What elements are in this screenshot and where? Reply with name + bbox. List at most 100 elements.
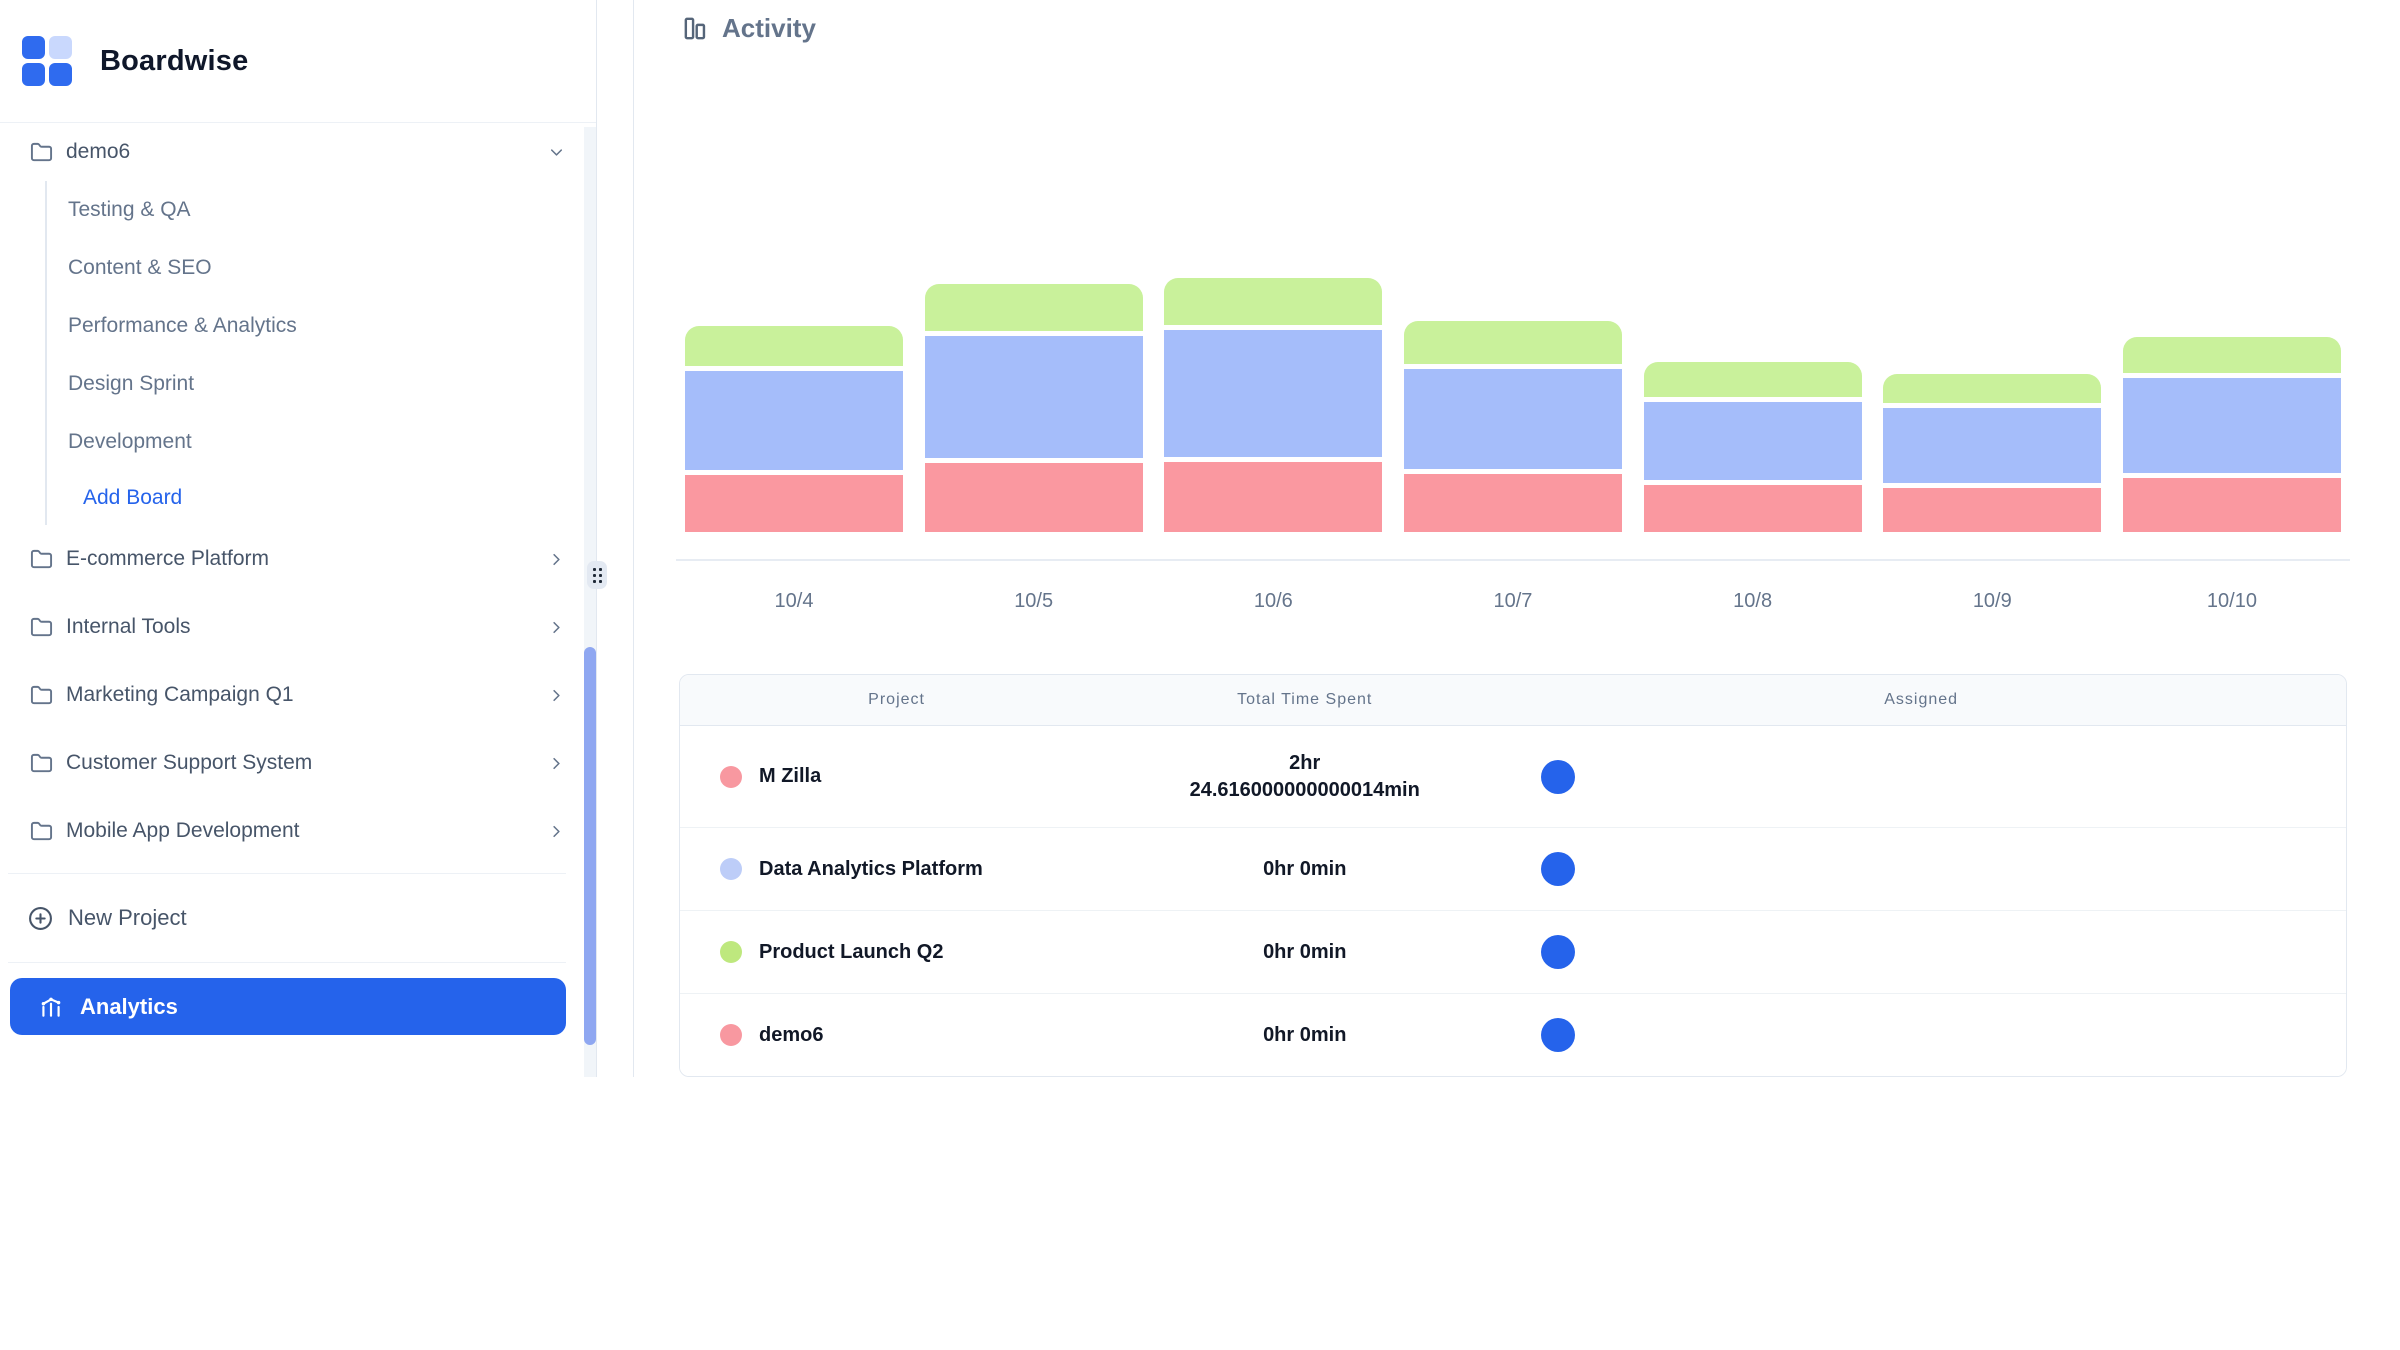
plus-circle-icon (28, 906, 53, 931)
logo-square (49, 36, 72, 59)
bar-segment-red (1644, 485, 1862, 532)
bar-segment-green (925, 284, 1143, 331)
project-label: Mobile App Development (66, 819, 547, 843)
chart-bar-10/5 (925, 284, 1143, 532)
project-name: M Zilla (759, 765, 821, 788)
chart-bar-10/10 (2123, 337, 2341, 532)
sidebar-board-testing-qa[interactable]: Testing & QA (47, 181, 596, 239)
logo-row: Boardwise (0, 0, 596, 123)
sidebar-board-content-seo[interactable]: Content & SEO (47, 239, 596, 297)
assigned-avatar (1541, 852, 1575, 886)
table-row-data-analytics-platform: Data Analytics Platform 0hr 0min (680, 827, 2346, 910)
main-panel: Activity 10/410/510/610/710/810/910/10 P… (633, 0, 2400, 1077)
bar-segment-red (1883, 488, 2101, 532)
project-color-dot (720, 766, 742, 788)
chevron-right-icon (547, 754, 566, 773)
sidebar-nav: demo6Testing & QAContent & SEOPerformanc… (0, 123, 596, 865)
panel-resize-grip[interactable] (587, 561, 607, 589)
bar-segment-red (2123, 478, 2341, 532)
total-time-cell: 2hr24.616000000000014min (1113, 750, 1496, 804)
bar-segment-blue (1404, 369, 1622, 469)
x-tick-label: 10/5 (925, 590, 1143, 620)
analytics-chart-icon (38, 994, 64, 1020)
project-label: E-commerce Platform (66, 547, 547, 571)
folder-icon (30, 684, 53, 707)
sidebar-scrollbar-thumb[interactable] (584, 647, 596, 1045)
x-tick-label: 10/7 (1404, 590, 1622, 620)
x-tick-label: 10/9 (1883, 590, 2101, 620)
bar-segment-blue (925, 336, 1143, 458)
folder-icon (30, 548, 53, 571)
chevron-right-icon (547, 686, 566, 705)
bar-segment-blue (1164, 330, 1382, 457)
assigned-avatar (1541, 1018, 1575, 1052)
table-header-row: Project Total Time Spent Assigned (680, 675, 2346, 726)
column-header-assigned: Assigned (1496, 691, 2346, 709)
table-row-m-zilla: M Zilla 2hr24.616000000000014min (680, 726, 2346, 827)
panel-resize-gutter (597, 0, 633, 1077)
sidebar-board-design-sprint[interactable]: Design Sprint (47, 355, 596, 413)
folder-icon (30, 752, 53, 775)
project-cell: Product Launch Q2 (680, 941, 1113, 964)
new-project-button[interactable]: New Project (0, 874, 596, 962)
time-line: 2hr (1113, 750, 1496, 777)
chevron-down-icon (547, 143, 566, 162)
table-row-demo6: demo60hr 0min (680, 993, 2346, 1076)
bar-chart-icon (681, 14, 710, 43)
project-cell: demo6 (680, 1024, 1113, 1047)
project-label: Customer Support System (66, 751, 547, 775)
sidebar-board-development[interactable]: Development (47, 413, 596, 471)
assigned-cell (1496, 852, 2346, 886)
chart-baseline (676, 559, 2350, 561)
sidebar-item-analytics[interactable]: Analytics (10, 978, 566, 1035)
bar-segment-green (2123, 337, 2341, 373)
sidebar-project-mobile-app-development[interactable]: Mobile App Development (0, 797, 596, 865)
add-board-button[interactable]: Add Board (47, 471, 596, 525)
sidebar-project-demo6[interactable]: demo6 (0, 123, 596, 181)
board-list: Testing & QAContent & SEOPerformance & A… (45, 181, 596, 525)
chart-bar-10/9 (1883, 374, 2101, 532)
assigned-avatar (1541, 760, 1575, 794)
sidebar-project-internal-tools[interactable]: Internal Tools (0, 593, 596, 661)
project-name: Data Analytics Platform (759, 858, 983, 881)
x-tick-label: 10/4 (685, 590, 903, 620)
chart-bar-10/6 (1164, 278, 1382, 532)
chart-bar-10/7 (1404, 321, 1622, 532)
assigned-cell (1496, 1018, 2346, 1052)
sidebar-project-customer-support-system[interactable]: Customer Support System (0, 729, 596, 797)
bar-segment-green (685, 326, 903, 366)
bar-segment-blue (2123, 378, 2341, 473)
logo-square (22, 36, 45, 59)
chart-x-axis-labels: 10/410/510/610/710/810/910/10 (679, 590, 2347, 620)
sidebar-project-marketing-campaign-q1[interactable]: Marketing Campaign Q1 (0, 661, 596, 729)
bar-segment-red (1164, 462, 1382, 532)
folder-icon (30, 616, 53, 639)
bar-segment-blue (685, 371, 903, 470)
time-line: 0hr 0min (1113, 939, 1496, 966)
total-time-cell: 0hr 0min (1113, 856, 1496, 883)
new-project-label: New Project (68, 905, 187, 931)
sidebar-project-e-commerce-platform[interactable]: E-commerce Platform (0, 525, 596, 593)
project-color-dot (720, 858, 742, 880)
analytics-label: Analytics (80, 994, 178, 1020)
bar-segment-green (1883, 374, 2101, 403)
bar-segment-green (1644, 362, 1862, 397)
assigned-cell (1496, 935, 2346, 969)
folder-icon (30, 820, 53, 843)
time-line: 0hr 0min (1113, 1022, 1496, 1049)
sidebar: Boardwise demo6Testing & QAContent & SEO… (0, 0, 597, 1077)
page-title: Activity (722, 13, 816, 44)
chevron-right-icon (547, 618, 566, 637)
bar-segment-red (925, 463, 1143, 532)
time-line: 0hr 0min (1113, 856, 1496, 883)
assigned-avatar (1541, 935, 1575, 969)
assigned-cell (1496, 760, 2346, 794)
time-line: 24.616000000000014min (1113, 777, 1496, 804)
column-header-project: Project (680, 691, 1113, 709)
bar-segment-blue (1644, 402, 1862, 480)
x-tick-label: 10/6 (1164, 590, 1382, 620)
sidebar-board-performance-analytics[interactable]: Performance & Analytics (47, 297, 596, 355)
bar-segment-green (1404, 321, 1622, 364)
column-header-total-time: Total Time Spent (1113, 691, 1496, 709)
boardwise-logo-icon (22, 36, 72, 86)
